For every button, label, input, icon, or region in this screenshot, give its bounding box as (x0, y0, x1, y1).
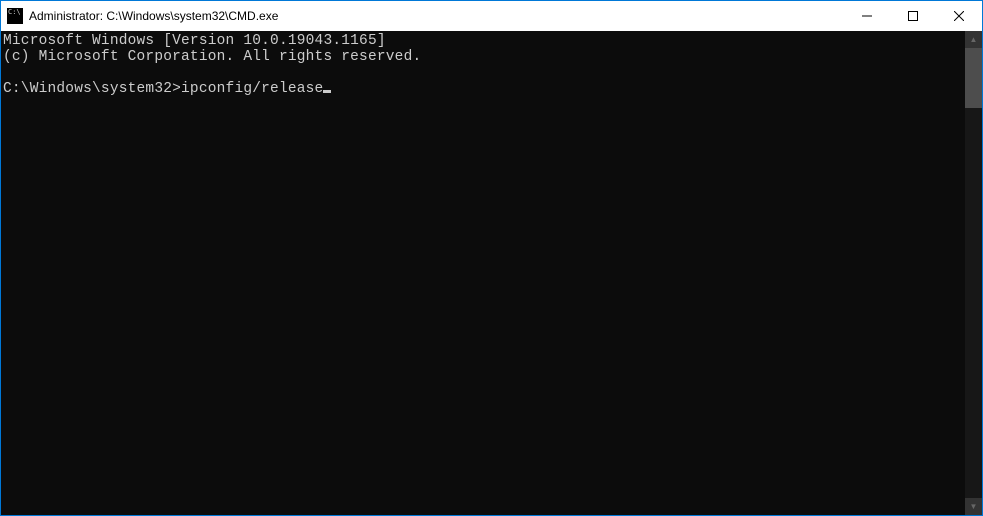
text-cursor (323, 90, 331, 93)
window-title: Administrator: C:\Windows\system32\CMD.e… (29, 9, 278, 23)
close-button[interactable] (936, 1, 982, 31)
command-input[interactable]: ipconfig/release (181, 81, 323, 97)
scroll-track[interactable] (965, 48, 982, 498)
copyright-line: (c) Microsoft Corporation. All rights re… (3, 49, 421, 65)
version-line: Microsoft Windows [Version 10.0.19043.11… (3, 33, 386, 49)
window-controls (844, 1, 982, 31)
scroll-down-arrow-icon[interactable]: ▼ (965, 498, 982, 515)
cmd-icon (7, 8, 23, 24)
terminal-area: Microsoft Windows [Version 10.0.19043.11… (1, 31, 982, 515)
scroll-up-arrow-icon[interactable]: ▲ (965, 31, 982, 48)
maximize-button[interactable] (890, 1, 936, 31)
prompt-text: C:\Windows\system32> (3, 81, 181, 97)
cmd-window: Administrator: C:\Windows\system32\CMD.e… (0, 0, 983, 516)
close-icon (954, 11, 964, 21)
vertical-scrollbar[interactable]: ▲ ▼ (965, 31, 982, 515)
titlebar[interactable]: Administrator: C:\Windows\system32\CMD.e… (1, 1, 982, 31)
scroll-thumb[interactable] (965, 48, 982, 108)
minimize-button[interactable] (844, 1, 890, 31)
terminal-output[interactable]: Microsoft Windows [Version 10.0.19043.11… (1, 31, 965, 515)
maximize-icon (908, 11, 918, 21)
minimize-icon (862, 11, 872, 21)
